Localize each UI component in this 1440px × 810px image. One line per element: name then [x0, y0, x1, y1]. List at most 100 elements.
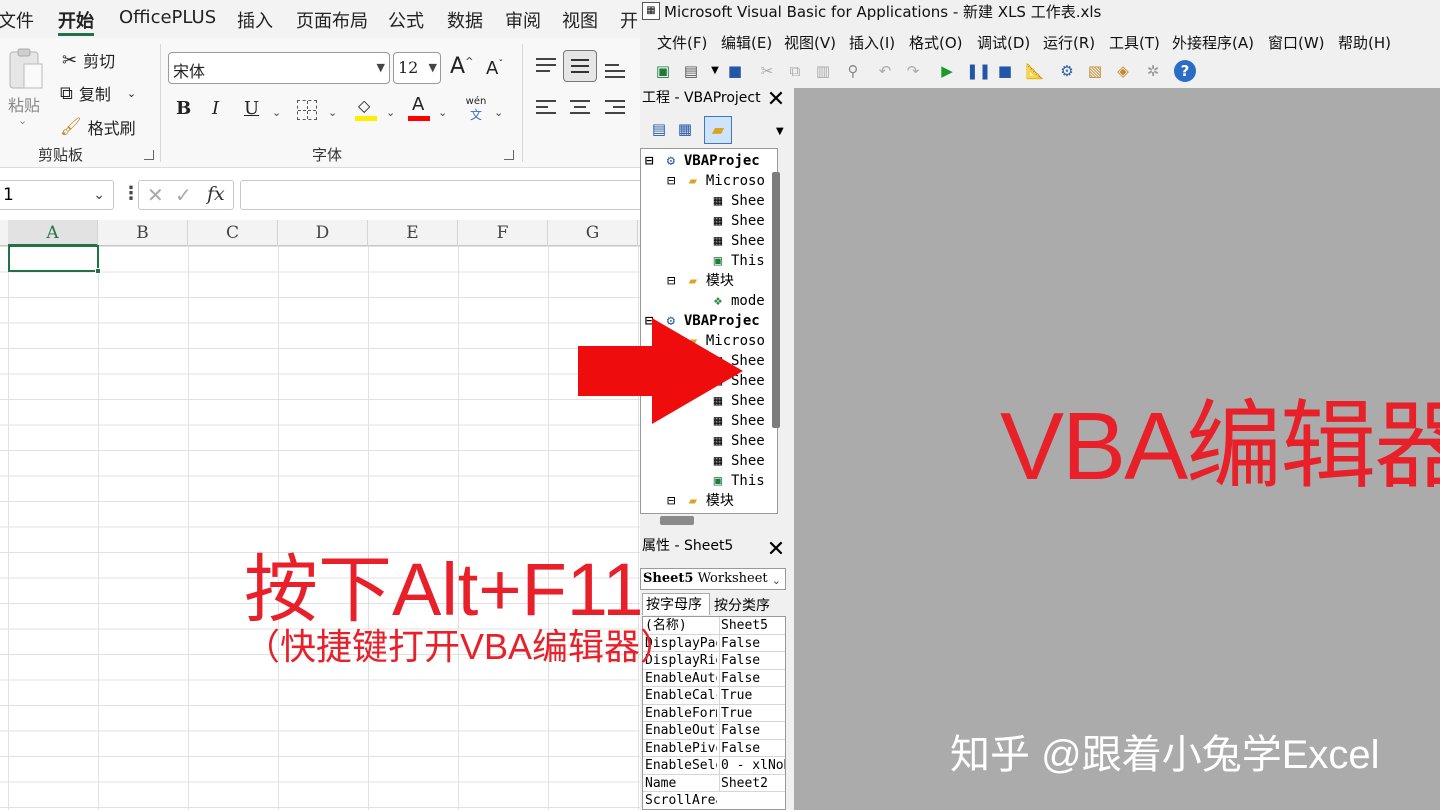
undo-icon[interactable]: ↶ [874, 60, 896, 82]
column-header-b[interactable]: B [98, 220, 188, 246]
column-header-c[interactable]: C [188, 220, 278, 246]
bold-button[interactable]: B [176, 98, 191, 119]
project-explorer-icon[interactable]: ⚙ [1056, 60, 1078, 82]
property-value[interactable]: 0 - xlNoR [719, 757, 785, 774]
menu-debug[interactable]: 调试(D) [977, 32, 1030, 53]
tab-page-layout[interactable]: 页面布局 [296, 7, 368, 33]
font-name-combo[interactable]: 宋体 ▼ [168, 52, 390, 84]
fill-handle[interactable] [95, 268, 101, 274]
grow-font-button[interactable]: A^ [450, 54, 473, 79]
clipboard-launcher-icon[interactable] [144, 150, 154, 160]
align-right-icon[interactable] [605, 100, 625, 118]
tree-item[interactable]: ▦ Shee [709, 191, 765, 211]
save-icon[interactable]: ■ [724, 60, 746, 82]
align-left-icon[interactable] [536, 100, 556, 118]
menu-run[interactable]: 运行(R) [1043, 32, 1095, 53]
run-icon[interactable]: ▶ [936, 60, 958, 82]
tab-data[interactable]: 数据 [447, 7, 483, 33]
worksheet-grid[interactable] [0, 246, 640, 810]
toggle-folders-icon[interactable]: ▰ [704, 116, 732, 144]
property-row[interactable]: EnableSele 0 - xlNoR [643, 757, 785, 775]
shrink-font-button[interactable]: Aˇ [486, 58, 503, 79]
chevron-down-icon[interactable]: ⌄ [127, 87, 136, 100]
align-center-icon[interactable] [570, 100, 590, 118]
property-row[interactable]: EnableForm True [643, 704, 785, 722]
menu-insert[interactable]: 插入(I) [849, 32, 895, 53]
formula-input[interactable] [240, 180, 640, 210]
property-value[interactable]: Sheet5 [719, 617, 785, 634]
menu-edit[interactable]: 编辑(E) [721, 32, 772, 53]
property-value[interactable]: Sheet2 [719, 774, 785, 792]
align-top-icon[interactable] [536, 56, 556, 72]
expander-icon[interactable]: ⊟ [667, 493, 675, 509]
design-mode-icon[interactable]: 📐 [1024, 60, 1046, 82]
chevron-down-icon[interactable]: ⌄ [438, 106, 447, 119]
tab-alphabetic[interactable]: 按字母序 [642, 593, 710, 615]
chevron-down-icon[interactable]: ⌄ [93, 187, 105, 203]
menu-file[interactable]: 文件(F) [657, 32, 707, 53]
property-value[interactable]: True [719, 704, 785, 722]
view-code-icon[interactable]: ▤ [648, 120, 670, 140]
property-value[interactable]: True [719, 687, 785, 704]
fill-color-button[interactable]: ◇ [355, 96, 377, 122]
properties-close-icon[interactable]: ✕ [764, 538, 788, 562]
cut-icon[interactable]: ✂ [756, 60, 778, 82]
align-bottom-icon[interactable] [605, 62, 625, 78]
property-row[interactable]: Name Sheet2 [643, 774, 785, 792]
tab-insert[interactable]: 插入 [237, 7, 273, 33]
property-row[interactable]: EnableOutl False [643, 722, 785, 740]
reset-icon[interactable]: ■ [994, 60, 1016, 82]
font-color-button[interactable]: A [408, 94, 430, 122]
insert-userform-icon[interactable]: ▤ [680, 60, 702, 82]
property-row[interactable]: ScrollArea [643, 792, 785, 809]
property-row[interactable]: EnableAuto False [643, 669, 785, 687]
name-box[interactable]: 1 ⌄ [0, 180, 114, 210]
tree-item[interactable]: ⊟ ▰ 模块 [667, 271, 734, 291]
tree-item[interactable]: ▦ Shee [709, 231, 765, 251]
insert-function-button[interactable]: fx [207, 183, 225, 205]
tab-categorized[interactable]: 按分类序 [714, 595, 770, 615]
properties-window-icon[interactable]: ▧ [1084, 60, 1106, 82]
properties-object-combo[interactable]: Sheet5 Worksheet ⌄ [640, 568, 786, 590]
property-value[interactable]: False [719, 634, 785, 652]
paste-icon[interactable]: ▥ [812, 60, 834, 82]
tab-developer[interactable]: 开 [620, 7, 638, 33]
underline-button[interactable]: U [244, 98, 259, 119]
borders-icon[interactable] [297, 100, 317, 120]
column-header-d[interactable]: D [278, 220, 368, 246]
find-icon[interactable]: ⚲ [842, 60, 864, 82]
tab-home[interactable]: 开始 [58, 7, 94, 33]
font-size-combo[interactable]: 12 ▼ [393, 52, 441, 84]
chevron-down-icon[interactable]: ▼ [704, 60, 726, 82]
column-header-e[interactable]: E [368, 220, 458, 246]
tree-item[interactable]: ❖ mode [709, 291, 765, 311]
menu-format[interactable]: 格式(O) [909, 32, 963, 53]
format-painter-button[interactable]: 🖌 格式刷 [60, 115, 136, 139]
copy-icon[interactable]: ⧉ [784, 60, 806, 82]
property-value[interactable]: False [719, 652, 785, 669]
help-icon[interactable]: ? [1174, 60, 1196, 82]
tree-item[interactable]: ▣ This [709, 471, 765, 491]
menu-view[interactable]: 视图(V) [784, 32, 836, 53]
menu-help[interactable]: 帮助(H) [1338, 32, 1391, 53]
property-row[interactable]: EnablePivo False [643, 739, 785, 757]
redo-icon[interactable]: ↷ [902, 60, 924, 82]
column-header-f[interactable]: F [458, 220, 548, 246]
toolbox-icon[interactable]: ✲ [1142, 60, 1164, 82]
paste-icon[interactable] [6, 48, 46, 92]
chevron-down-icon[interactable]: ⌄ [328, 106, 337, 119]
tab-view[interactable]: 视图 [562, 7, 598, 33]
tab-officeplus[interactable]: OfficePLUS [119, 7, 216, 28]
menu-window[interactable]: 窗口(W) [1268, 32, 1325, 53]
menu-tools[interactable]: 工具(T) [1109, 32, 1160, 53]
property-row[interactable]: EnableCalc True [643, 687, 785, 705]
cut-button[interactable]: ✂ 剪切 [62, 48, 115, 72]
tree-item[interactable]: ⊟ ⚙ VBAProjec [645, 151, 760, 171]
menu-addins[interactable]: 外接程序(A) [1172, 32, 1254, 53]
tree-item[interactable]: ▦ Shee [709, 431, 765, 451]
active-cell[interactable] [8, 245, 99, 272]
view-excel-icon[interactable]: ▣ [652, 60, 674, 82]
chevron-down-icon[interactable]: ▼ [776, 126, 784, 137]
paste-dropdown-icon[interactable]: ⌄ [18, 114, 27, 127]
tab-formulas[interactable]: 公式 [388, 7, 424, 33]
